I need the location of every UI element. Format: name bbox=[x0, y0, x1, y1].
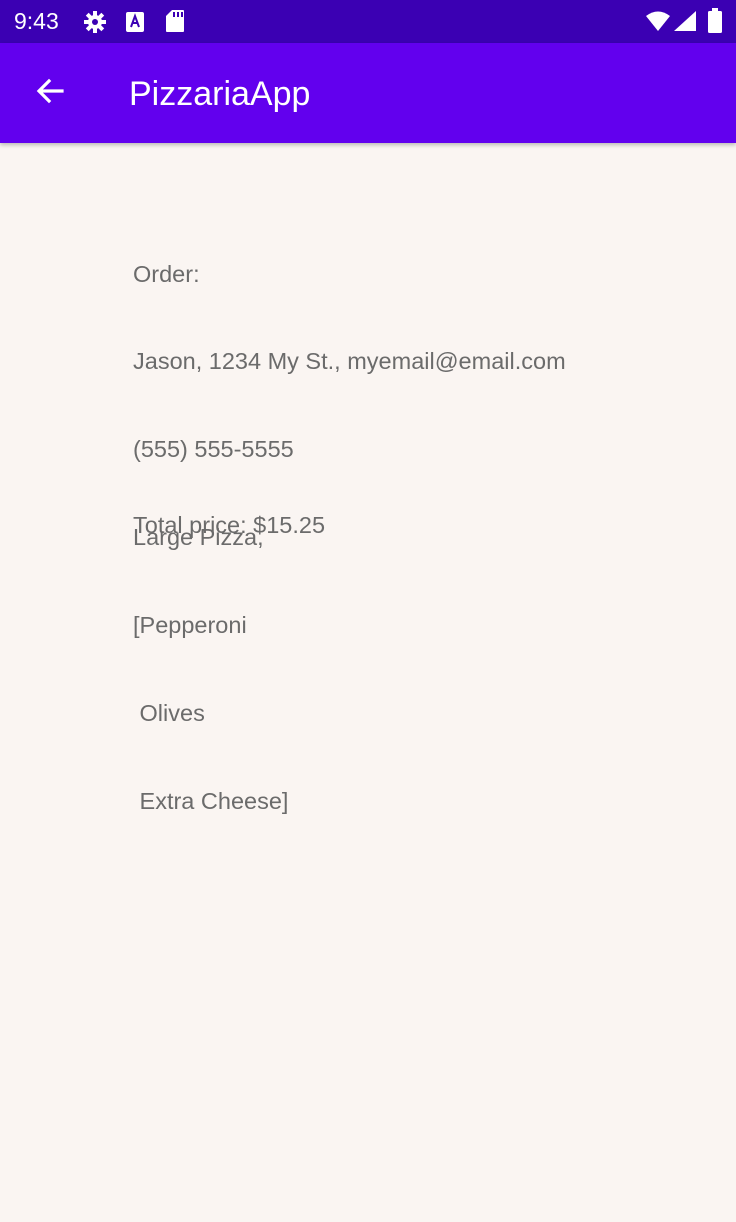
total-price: Total price: $15.25 bbox=[133, 512, 326, 538]
order-line: Order: bbox=[133, 260, 200, 287]
order-line: (555) 555-5555 bbox=[133, 436, 294, 463]
app-title: PizzariaApp bbox=[129, 75, 311, 113]
battery-icon bbox=[707, 8, 723, 39]
wifi-icon bbox=[645, 10, 671, 37]
order-line: Olives bbox=[133, 700, 205, 727]
signal-icon bbox=[673, 10, 697, 37]
a-badge-icon bbox=[125, 11, 145, 38]
gear-icon bbox=[83, 10, 107, 39]
status-time: 9:43 bbox=[14, 8, 59, 34]
order-line: Extra Cheese] bbox=[133, 787, 289, 814]
app-bar: PizzariaApp bbox=[0, 43, 736, 143]
back-button[interactable] bbox=[22, 65, 78, 121]
arrow-back-icon bbox=[34, 75, 66, 112]
status-bar: 9:43 bbox=[0, 0, 736, 43]
sd-card-icon bbox=[165, 9, 185, 38]
order-line: [Pepperoni bbox=[133, 612, 247, 639]
order-line: Jason, 1234 My St., myemail@email.com bbox=[133, 348, 566, 375]
